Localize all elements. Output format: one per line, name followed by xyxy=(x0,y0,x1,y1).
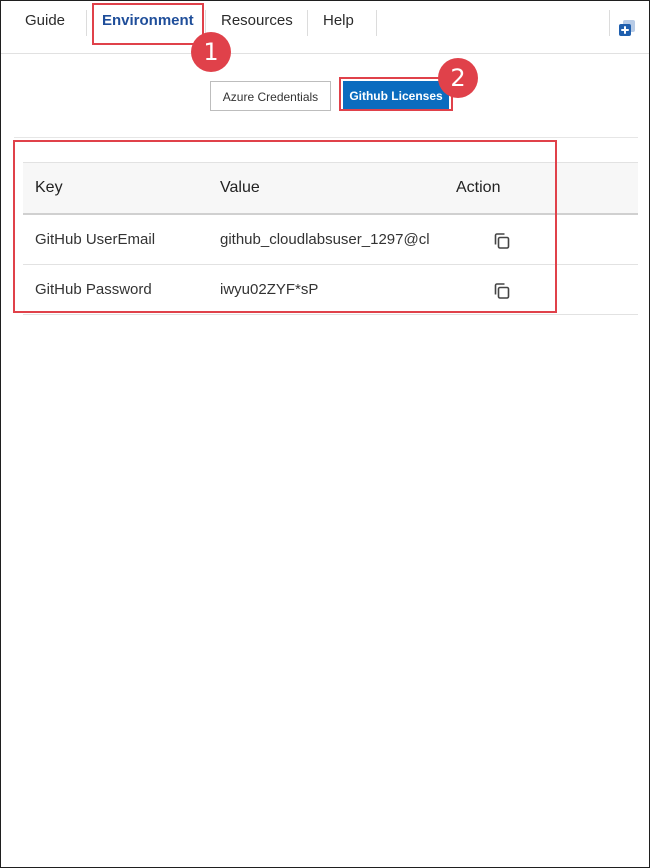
nav-separator xyxy=(376,10,377,36)
step-badge-2: 2 xyxy=(438,58,478,98)
tab-resources[interactable]: Resources xyxy=(221,1,293,41)
nav-separator xyxy=(609,10,610,36)
section-divider xyxy=(14,137,638,138)
azure-credentials-button[interactable]: Azure Credentials xyxy=(210,81,331,111)
tab-help[interactable]: Help xyxy=(323,1,354,41)
highlight-credentials-table xyxy=(13,140,557,313)
highlight-environment-tab xyxy=(92,3,204,45)
nav-separator xyxy=(86,10,87,36)
highlight-github-button xyxy=(339,77,453,111)
tab-guide[interactable]: Guide xyxy=(25,1,65,41)
nav-separator xyxy=(307,10,308,36)
expand-panel-icon[interactable] xyxy=(617,18,637,38)
app-frame: Guide Environment Resources Help Azure C… xyxy=(0,0,650,868)
step-badge-1: 1 xyxy=(191,32,231,72)
